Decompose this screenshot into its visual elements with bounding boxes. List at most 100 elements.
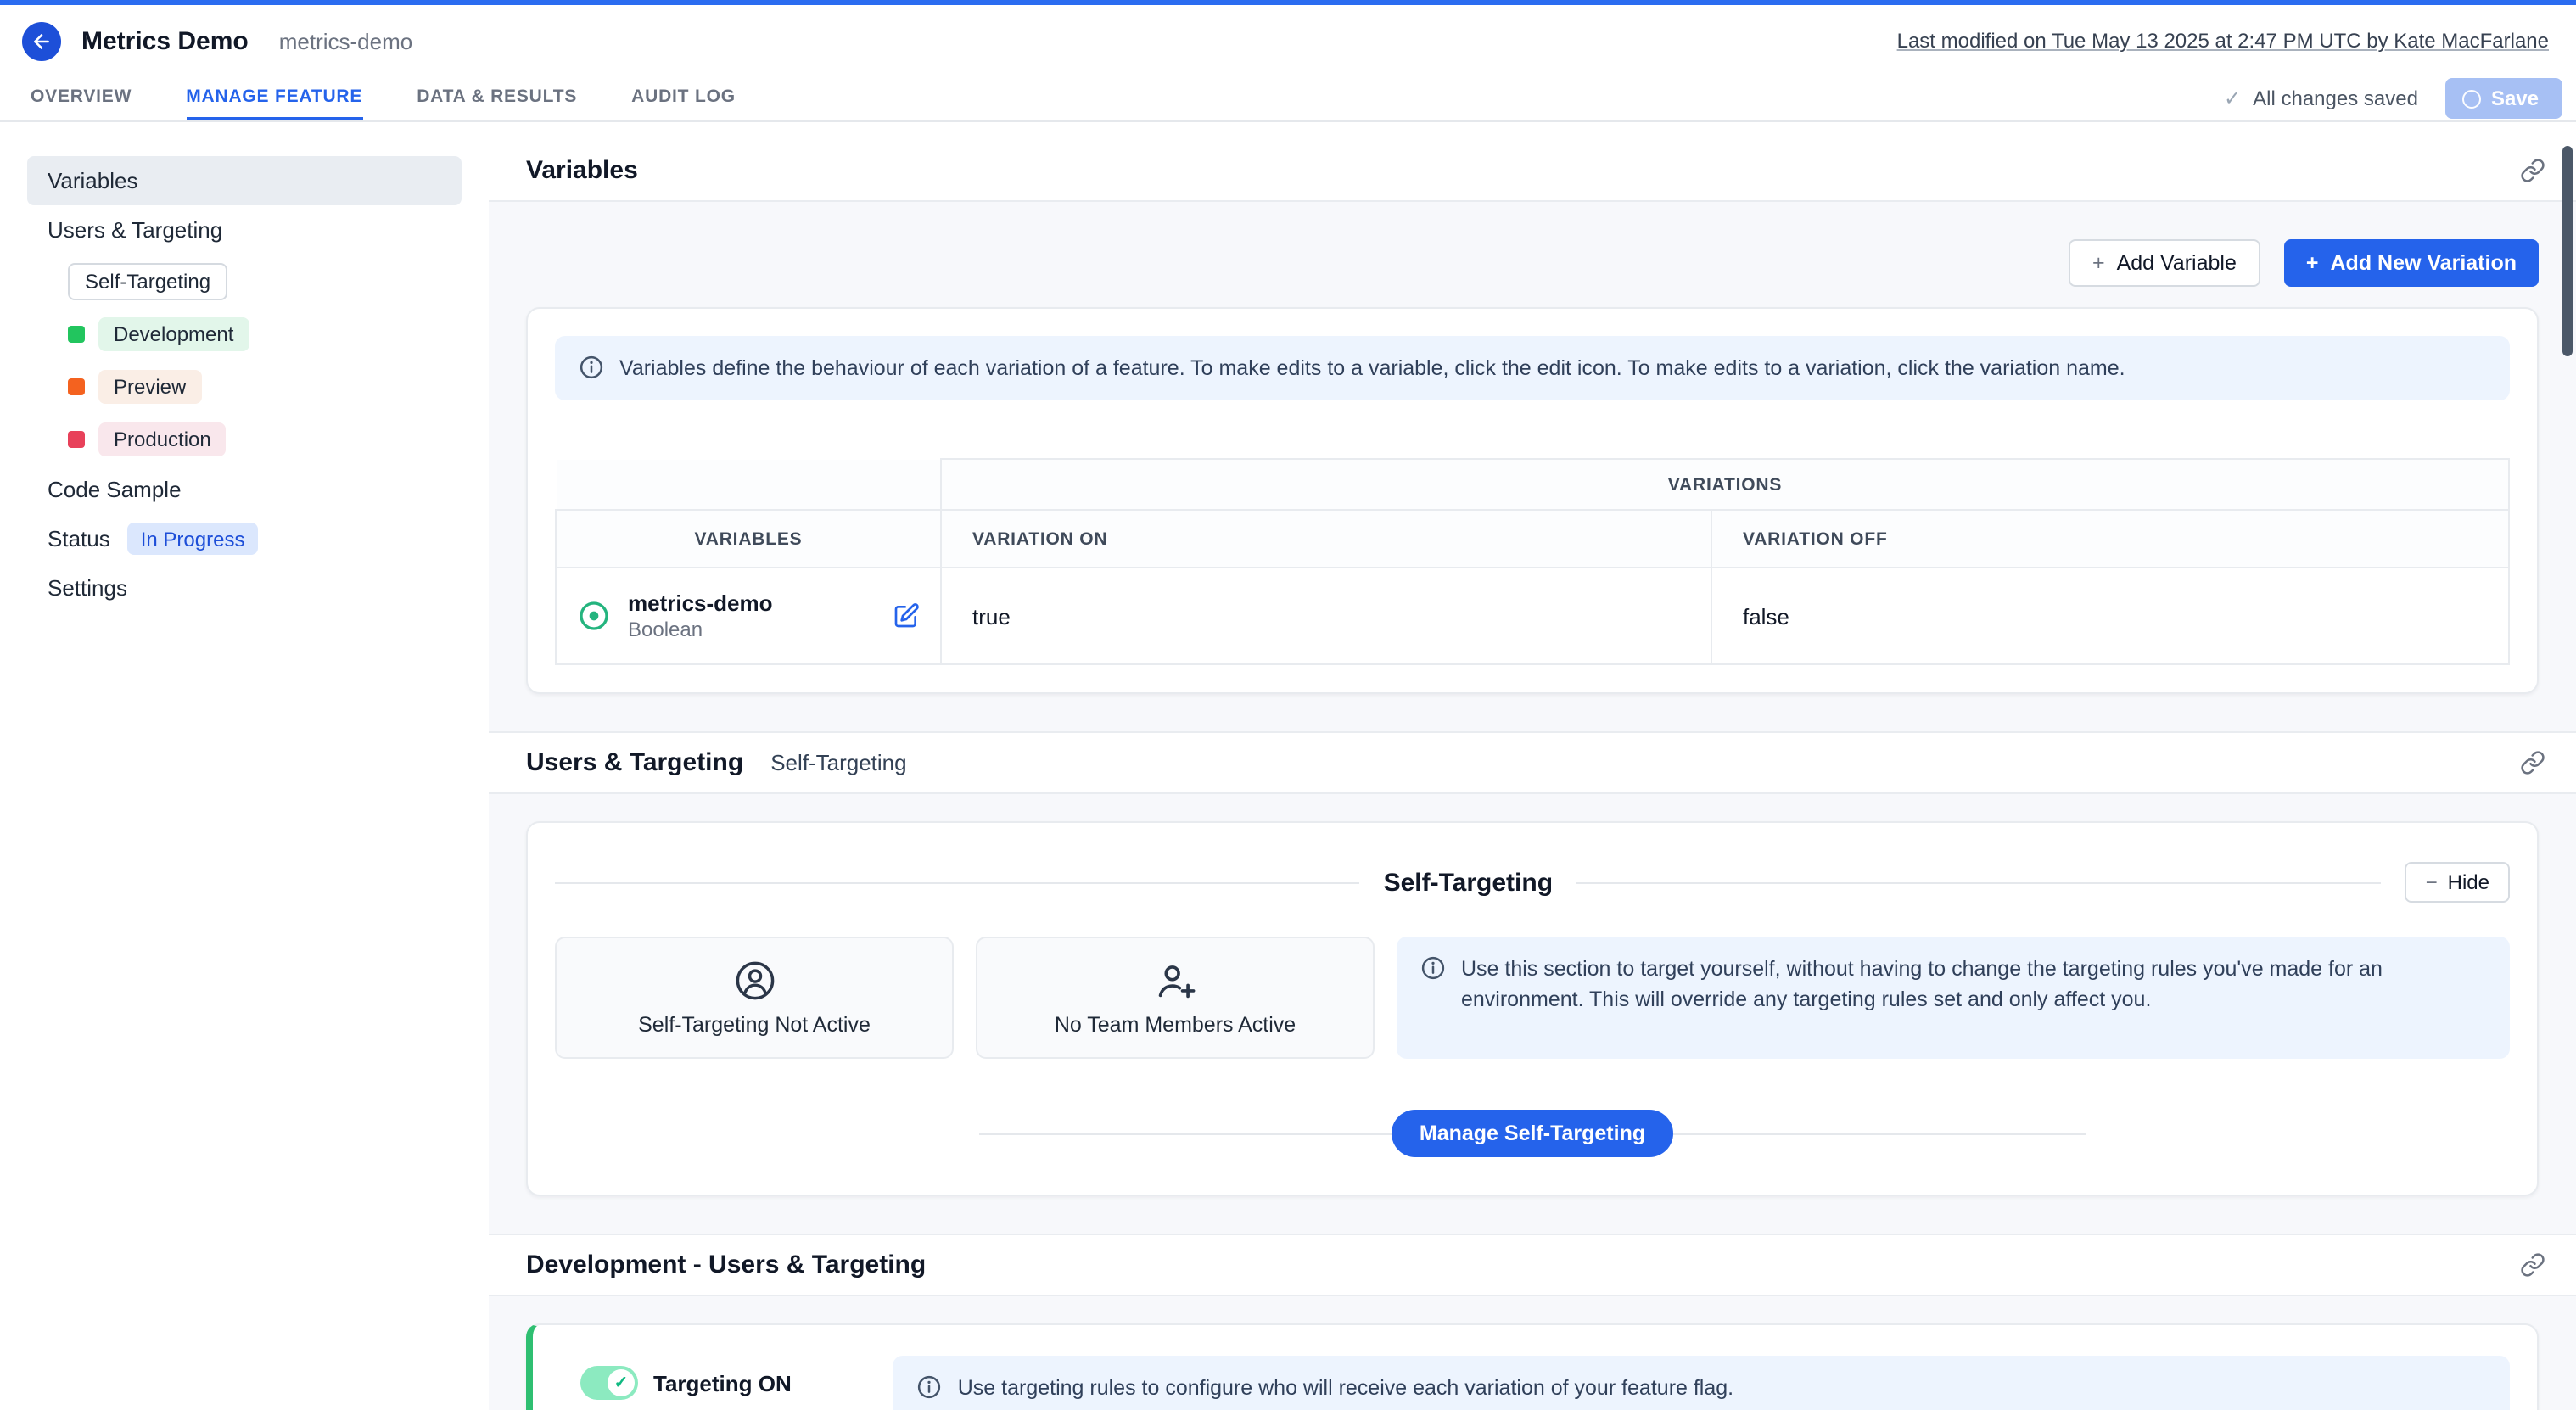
check-icon: ✓ xyxy=(614,1374,629,1392)
variables-info-text: Variables define the behaviour of each v… xyxy=(619,353,2125,383)
save-button-label: Save xyxy=(2491,87,2539,110)
main-content: Variables + Add Variable + Add New Varia… xyxy=(489,122,2576,1410)
sidebar-item-status[interactable]: Status In Progress xyxy=(27,514,462,563)
sidebar: Variables Users & Targeting Self-Targeti… xyxy=(0,122,489,1410)
minus-icon: − xyxy=(2426,870,2438,894)
tab-overview[interactable]: OVERVIEW xyxy=(31,76,132,120)
sidebar-item-self-targeting[interactable]: Self-Targeting xyxy=(48,255,462,307)
info-icon xyxy=(579,355,604,380)
variable-row: metrics-demo Boolean true false xyxy=(556,568,2509,664)
column-header-variation-on: VARIATION ON xyxy=(941,510,1711,568)
variation-on-value[interactable]: true xyxy=(941,568,1711,664)
back-button[interactable] xyxy=(22,21,61,60)
divider-line xyxy=(555,881,1360,883)
self-targeting-chip: Self-Targeting xyxy=(68,262,227,299)
hide-button[interactable]: − Hide xyxy=(2405,862,2510,903)
plus-icon: + xyxy=(2092,251,2105,275)
edit-variable-button[interactable] xyxy=(893,602,920,629)
development-section-header: Development - Users & Targeting xyxy=(489,1234,2576,1296)
users-targeting-link-icon[interactable] xyxy=(2520,750,2545,775)
person-circle-icon xyxy=(732,959,776,1003)
users-targeting-section-header: Users & Targeting Self-Targeting xyxy=(489,731,2576,794)
variables-table: VARIATIONS VARIABLES VARIATION ON VARIAT… xyxy=(555,458,2510,665)
add-new-variation-button[interactable]: + Add New Variation xyxy=(2284,239,2539,287)
self-targeting-status-box: Self-Targeting Not Active xyxy=(555,937,954,1059)
sidebar-item-preview[interactable]: Preview xyxy=(48,360,462,412)
toggle-knob: ✓ xyxy=(608,1369,635,1396)
hide-button-label: Hide xyxy=(2448,870,2489,894)
app-window: Metrics Demo metrics-demo Last modified … xyxy=(0,0,2576,1410)
pencil-icon xyxy=(893,602,920,629)
self-targeting-zone: Self-Targeting − Hide Self-Targeting Not… xyxy=(489,794,2576,1234)
team-members-status-text: No Team Members Active xyxy=(1055,1013,1296,1037)
tab-audit-log[interactable]: AUDIT LOG xyxy=(631,76,736,120)
add-new-variation-label: Add New Variation xyxy=(2331,251,2517,275)
column-header-variation-off: VARIATION OFF xyxy=(1711,510,2509,568)
self-targeting-card: Self-Targeting − Hide Self-Targeting Not… xyxy=(526,821,2539,1196)
sidebar-item-code-sample[interactable]: Code Sample xyxy=(27,465,462,514)
page-header: Metrics Demo metrics-demo Last modified … xyxy=(0,5,2576,76)
variables-info-banner: Variables define the behaviour of each v… xyxy=(555,336,2510,400)
variation-off-value[interactable]: false xyxy=(1711,568,2509,664)
variations-group-header: VARIATIONS xyxy=(941,459,2509,510)
check-icon: ✓ xyxy=(2224,87,2241,110)
environment-dot-production xyxy=(68,430,85,447)
development-info-banner: Use targeting rules to configure who wil… xyxy=(893,1356,2510,1410)
variables-card: Variables define the behaviour of each v… xyxy=(526,307,2539,694)
environment-chip-development: Development xyxy=(98,316,249,350)
environment-dot-preview xyxy=(68,378,85,394)
save-status: ✓ All changes saved xyxy=(2224,76,2418,120)
self-targeting-status-text: Self-Targeting Not Active xyxy=(638,1013,871,1037)
sidebar-item-label: Status xyxy=(48,526,110,551)
environment-chip-production: Production xyxy=(98,422,227,456)
sidebar-item-label: Code Sample xyxy=(48,477,182,502)
plus-icon: + xyxy=(2306,251,2319,275)
variable-name[interactable]: metrics-demo xyxy=(628,590,773,616)
users-targeting-section-subtitle: Self-Targeting xyxy=(770,750,906,775)
info-icon xyxy=(1420,955,1446,981)
vertical-scrollbar[interactable] xyxy=(2562,146,2573,356)
sidebar-item-label: Variables xyxy=(48,168,137,193)
divider-line xyxy=(1672,1133,2086,1134)
development-zone: ✓ Targeting ON Use targeting rules to co… xyxy=(489,1296,2576,1410)
sidebar-item-variables[interactable]: Variables xyxy=(27,156,462,205)
person-plus-icon xyxy=(1153,959,1197,1003)
self-targeting-info-banner: Use this section to target yourself, wit… xyxy=(1397,937,2510,1059)
tab-bar: OVERVIEW MANAGE FEATURE DATA & RESULTS A… xyxy=(0,76,2576,122)
sidebar-item-development[interactable]: Development xyxy=(48,307,462,360)
development-section-title: Development - Users & Targeting xyxy=(526,1251,926,1279)
self-targeting-info-text: Use this section to target yourself, wit… xyxy=(1461,954,2486,1016)
variables-zone: + Add Variable + Add New Variation Varia… xyxy=(489,202,2576,731)
last-modified-text: Last modified on Tue May 13 2025 at 2:47… xyxy=(1897,29,2549,53)
development-link-icon[interactable] xyxy=(2520,1252,2545,1278)
sidebar-item-label: Settings xyxy=(48,575,127,601)
page-title: Metrics Demo xyxy=(81,26,249,55)
sidebar-item-production[interactable]: Production xyxy=(48,412,462,465)
add-variable-label: Add Variable xyxy=(2117,251,2237,275)
status-badge: In Progress xyxy=(127,523,259,555)
tab-manage-feature[interactable]: MANAGE FEATURE xyxy=(186,76,362,120)
page-subtitle: metrics-demo xyxy=(279,28,413,53)
tab-data-results[interactable]: DATA & RESULTS xyxy=(417,76,577,120)
save-button[interactable]: Save xyxy=(2445,78,2562,119)
column-header-variables: VARIABLES xyxy=(556,510,941,568)
environment-chip-preview: Preview xyxy=(98,369,201,403)
save-status-text: All changes saved xyxy=(2253,87,2418,110)
variables-actions: + Add Variable + Add New Variation xyxy=(526,202,2539,307)
info-icon xyxy=(917,1374,943,1400)
sidebar-item-settings[interactable]: Settings xyxy=(27,563,462,613)
divider-line xyxy=(979,1133,1392,1134)
divider-line xyxy=(1576,881,2382,883)
sidebar-item-label: Users & Targeting xyxy=(48,217,222,243)
sidebar-item-users-targeting[interactable]: Users & Targeting xyxy=(27,205,462,255)
development-info-text: Use targeting rules to configure who wil… xyxy=(958,1373,1733,1403)
add-variable-button[interactable]: + Add Variable xyxy=(2069,239,2260,287)
development-targeting-card: ✓ Targeting ON Use targeting rules to co… xyxy=(526,1323,2539,1410)
users-targeting-section-title: Users & Targeting xyxy=(526,748,743,777)
team-members-status-box: No Team Members Active xyxy=(976,937,1375,1059)
manage-self-targeting-button[interactable]: Manage Self-Targeting xyxy=(1392,1110,1672,1157)
targeting-toggle[interactable]: ✓ xyxy=(580,1366,638,1400)
variables-section-header: Variables xyxy=(489,122,2576,202)
variables-link-icon[interactable] xyxy=(2520,158,2545,183)
arrow-left-icon xyxy=(31,30,53,52)
